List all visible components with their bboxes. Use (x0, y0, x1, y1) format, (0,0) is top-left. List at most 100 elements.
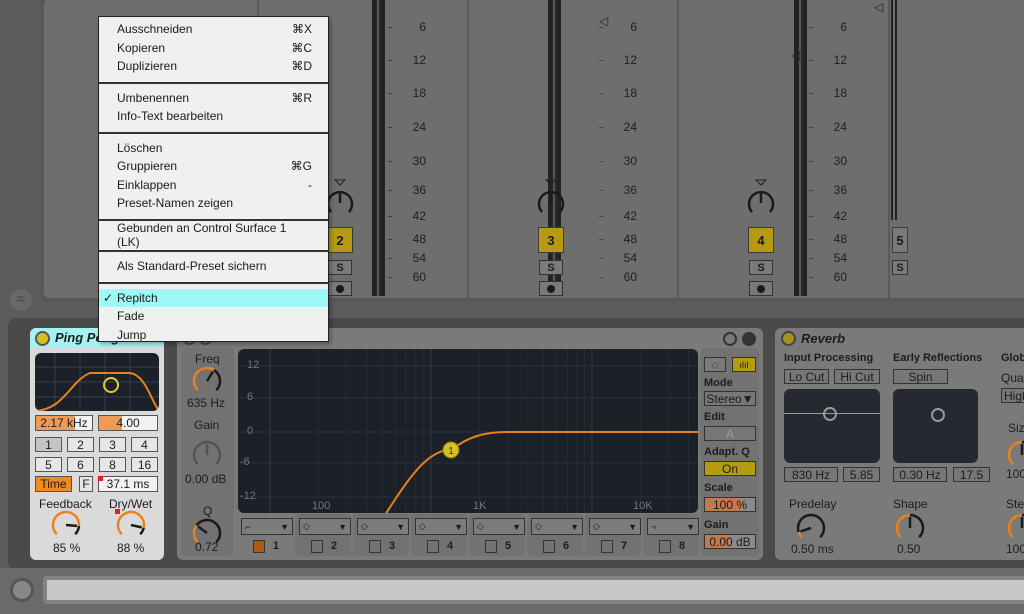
band-toggle[interactable] (427, 540, 439, 553)
filter-type-dropdown[interactable]: ◇ ▼ (531, 518, 583, 535)
track-activator-button[interactable]: 4 (748, 227, 774, 253)
freq-knob[interactable] (192, 366, 222, 399)
menu-item-fade[interactable]: Fade (99, 307, 328, 326)
adaptq-toggle[interactable]: On (704, 461, 756, 476)
menu-item-umbenennen[interactable]: Umbenennen ⌘R (99, 89, 328, 108)
solo-button[interactable]: S (749, 260, 773, 275)
filter-type-dropdown[interactable]: ¬ ▼ (647, 518, 699, 535)
scale-tick (388, 216, 392, 217)
input-freq-field[interactable]: 830 Hz (784, 467, 838, 482)
menu-item-repitch[interactable]: ✓ Repitch (99, 288, 328, 307)
band-toggle[interactable] (311, 540, 323, 553)
scale-tick (599, 161, 603, 162)
filter-type-dropdown[interactable]: ◇ ▼ (415, 518, 467, 535)
play-icon[interactable] (10, 578, 34, 602)
scale-tick (809, 93, 813, 94)
early-xy-pad[interactable] (893, 389, 978, 463)
xy-handle[interactable] (823, 407, 837, 421)
band-toggle[interactable] (369, 540, 381, 553)
width-field[interactable]: 4.00 (98, 415, 158, 431)
freeze-button[interactable]: F (79, 476, 93, 492)
drywet-knob[interactable] (116, 510, 146, 543)
delay-time-field[interactable]: 37.1 ms (98, 476, 158, 492)
volume-marker-icon[interactable]: ◁ (874, 0, 883, 14)
monitor-button[interactable] (539, 281, 563, 296)
menu-item-gebunden-an-control-surface-1-lk-[interactable]: Gebunden an Control Surface 1 (LK) (99, 221, 328, 249)
monitor-button[interactable] (328, 281, 352, 296)
save-preset-icon[interactable] (742, 332, 756, 346)
mode-dropdown[interactable]: Stereo ▼ (704, 391, 756, 406)
monitor-button[interactable] (749, 281, 773, 296)
solo-button[interactable]: S (328, 260, 352, 275)
input-xy-pad[interactable] (784, 389, 880, 463)
input-width-field[interactable]: 5.85 (843, 467, 880, 482)
menu-item-info-text-bearbeiten[interactable]: Info-Text bearbeiten (99, 107, 328, 126)
band-toggle[interactable] (659, 540, 671, 553)
solo-button[interactable]: S (892, 260, 908, 275)
volume-marker-icon[interactable]: ◁ (791, 48, 800, 62)
feedback-knob[interactable] (51, 510, 81, 543)
lo-cut-button[interactable]: Lo Cut (784, 369, 829, 384)
eq-graph[interactable]: 1 12 6 0 -6 -12 100 1K 10K (238, 349, 698, 513)
adaptq-label: Adapt. Q (704, 446, 750, 458)
volume-marker-icon[interactable]: ◁ (599, 14, 608, 28)
scale-field[interactable]: 100 % (704, 497, 756, 512)
spin-button[interactable]: Spin (893, 369, 948, 384)
filter-type-dropdown[interactable]: ◇ ▼ (357, 518, 409, 535)
beat-button-4[interactable]: 4 (131, 437, 158, 452)
menu-item-l-schen[interactable]: Löschen (99, 139, 328, 158)
early-freq-field[interactable]: 0.30 Hz (893, 467, 947, 482)
wave-icon[interactable]: ≈ (10, 289, 32, 311)
beat-button-8[interactable]: 8 (99, 457, 126, 472)
early-amount-field[interactable]: 17.5 (953, 467, 990, 482)
freq-field[interactable]: 2.17 kHz (35, 415, 93, 431)
power-icon[interactable] (781, 331, 796, 346)
monitor-icon (547, 284, 555, 293)
edit-button[interactable]: A (704, 426, 756, 441)
analyzer-icon[interactable]: ılıl (732, 357, 756, 372)
pan-knob[interactable] (534, 178, 568, 218)
xy-handle[interactable] (931, 408, 945, 422)
quality-dropdown[interactable]: High (1001, 388, 1024, 403)
menu-item-als-standard-preset-sichern[interactable]: Als Standard-Preset sichern (99, 257, 328, 276)
menu-item-jump[interactable]: Jump (99, 326, 328, 345)
menu-item-label: Gebunden an Control Surface 1 (LK) (117, 220, 287, 249)
band-toggle[interactable] (485, 540, 497, 553)
filter-type-dropdown[interactable]: ◇ ▼ (299, 518, 351, 535)
solo-button[interactable]: S (539, 260, 563, 275)
band-toggle[interactable] (253, 540, 265, 553)
beat-button-1[interactable]: 1 (35, 437, 62, 452)
beat-button-16[interactable]: 16 (131, 457, 158, 472)
power-icon[interactable] (35, 331, 50, 346)
refresh-icon[interactable] (723, 332, 737, 346)
track-activator-button[interactable]: 2 (327, 227, 353, 253)
hi-cut-button[interactable]: Hi Cut (834, 369, 880, 384)
menu-item-gruppieren[interactable]: Gruppieren ⌘G (99, 157, 328, 176)
filter-type-dropdown[interactable]: ◇ ▼ (589, 518, 641, 535)
menu-item-preset-namen-zeigen[interactable]: Preset-Namen zeigen (99, 194, 328, 213)
beat-button-3[interactable]: 3 (99, 437, 126, 452)
beat-button-5[interactable]: 5 (35, 457, 62, 472)
beat-button-6[interactable]: 6 (67, 457, 94, 472)
band-toggle[interactable] (601, 540, 613, 553)
headphone-icon[interactable]: ◌ (704, 357, 726, 372)
track-activator-button[interactable]: 3 (538, 227, 564, 253)
beat-button-2[interactable]: 2 (67, 437, 94, 452)
menu-item-ausschneiden[interactable]: Ausschneiden ⌘X (99, 20, 328, 39)
scale-label: 36 (412, 183, 426, 197)
gain-knob[interactable] (192, 440, 222, 473)
scale-tick (809, 161, 813, 162)
menu-item-einklappen[interactable]: Einklappen - (99, 176, 328, 195)
filter-display[interactable] (35, 353, 159, 411)
track-activator-button[interactable]: 5 (892, 227, 908, 253)
output-gain-field[interactable]: 0.00 dB (704, 534, 756, 549)
band-toggle[interactable] (543, 540, 555, 553)
output-gain-label: Gain (704, 519, 729, 531)
menu-item-duplizieren[interactable]: Duplizieren ⌘D (99, 57, 328, 76)
menu-item-kopieren[interactable]: Kopieren ⌘C (99, 39, 328, 58)
filter-type-dropdown[interactable]: ◇ ▼ (473, 518, 525, 535)
filter-type-dropdown[interactable]: ⌐ ▼ (241, 518, 293, 535)
time-button[interactable]: Time (35, 476, 72, 492)
scale-label: 12 (833, 53, 847, 67)
pan-knob[interactable] (744, 178, 778, 218)
